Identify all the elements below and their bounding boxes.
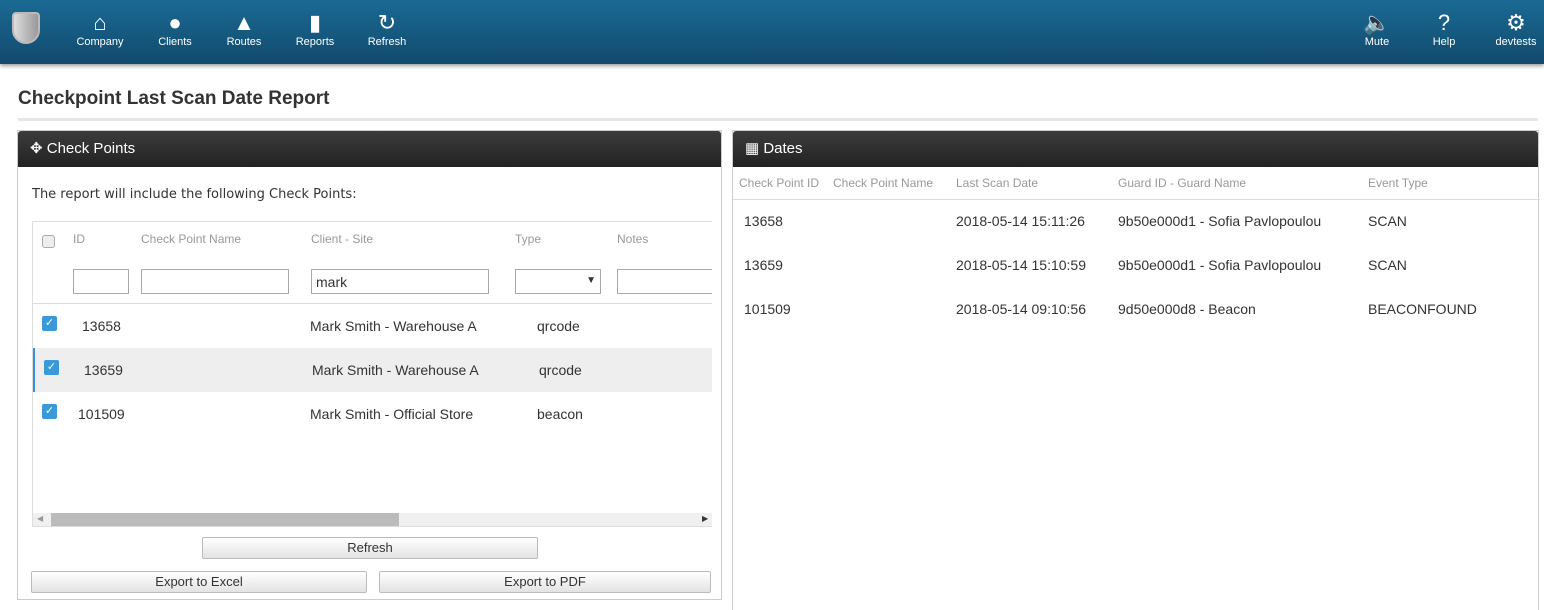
panel-title: Dates bbox=[763, 140, 803, 157]
table-row[interactable]: ✓ 13659 Mark Smith - Warehouse A qrcode bbox=[33, 348, 712, 392]
col-id[interactable]: ID bbox=[73, 232, 85, 246]
check-points-panel: ✥ Check Points The report will include t… bbox=[17, 130, 722, 600]
shield-logo-icon[interactable] bbox=[12, 12, 40, 44]
help-icon: ? bbox=[1437, 10, 1451, 35]
dates-cell: BEACONFOUND bbox=[1368, 301, 1477, 317]
notes-filter-input[interactable] bbox=[617, 269, 712, 294]
nav-label: Company bbox=[76, 36, 124, 48]
scroll-left-icon[interactable]: ◀ bbox=[37, 514, 43, 523]
nav-clients[interactable]: ● Clients bbox=[140, 10, 210, 48]
user-icon: ● bbox=[168, 10, 182, 35]
col-type[interactable]: Type bbox=[515, 232, 541, 246]
dates-cell: 2018-05-14 09:10:56 bbox=[956, 301, 1086, 317]
dates-panel: ▦ Dates Check Point ID Check Point Name … bbox=[732, 130, 1540, 610]
page-title: Checkpoint Last Scan Date Report bbox=[18, 88, 330, 109]
panel-header: ▦ Dates bbox=[733, 131, 1538, 167]
cell-type: beacon bbox=[537, 406, 583, 422]
scroll-right-icon[interactable]: ▶ bbox=[702, 514, 708, 523]
cell-id: 13659 bbox=[84, 362, 123, 378]
col-client-site[interactable]: Client - Site bbox=[311, 232, 373, 246]
table-row[interactable]: ✓ 101509 Mark Smith - Official Store beacon bbox=[33, 392, 712, 436]
dates-cell: 2018-05-14 15:10:59 bbox=[956, 257, 1086, 273]
crosshair-icon: ✥ bbox=[30, 140, 47, 157]
col-last-scan-date[interactable]: Last Scan Date bbox=[956, 176, 1038, 190]
nav-label: Clients bbox=[158, 36, 192, 48]
refresh-button[interactable]: Refresh bbox=[202, 537, 538, 559]
dates-cell: SCAN bbox=[1368, 257, 1407, 273]
nav-mute[interactable]: 🔈 Mute bbox=[1342, 10, 1412, 48]
calendar-icon: ▦ bbox=[745, 140, 764, 157]
table-row[interactable]: ✓ 13658 Mark Smith - Warehouse A qrcode bbox=[33, 304, 712, 348]
nav-refresh[interactable]: ↻ Refresh bbox=[352, 10, 422, 48]
col-event-type[interactable]: Event Type bbox=[1368, 176, 1428, 190]
nav-company[interactable]: ⌂ Company bbox=[65, 10, 135, 48]
home-icon: ⌂ bbox=[93, 10, 107, 35]
col-guard[interactable]: Guard ID - Guard Name bbox=[1118, 176, 1246, 190]
dates-cell: 101509 bbox=[744, 301, 791, 317]
id-filter-input[interactable] bbox=[73, 269, 129, 294]
dates-cell: 9b50e000d1 - Sofia Pavlopoulou bbox=[1118, 213, 1322, 229]
top-nav: ⌂ Company ● Clients ▲ Routes ▮ Reports ↻ Refresh 🔈… bbox=[0, 0, 1544, 64]
type-filter-select[interactable]: ▼ bbox=[515, 269, 601, 294]
nav-label: Refresh bbox=[367, 36, 407, 48]
cell-client-site: Mark Smith - Warehouse A bbox=[310, 318, 477, 334]
nav-devtests[interactable]: ⚙ devtests bbox=[1481, 10, 1544, 48]
cell-id: 13658 bbox=[82, 318, 121, 334]
nav-label: Help bbox=[1432, 36, 1456, 48]
chart-icon: ▮ bbox=[308, 10, 322, 35]
dates-cell: 13659 bbox=[744, 257, 783, 273]
panel-header: ✥ Check Points bbox=[18, 131, 721, 167]
row-checkbox[interactable]: ✓ bbox=[44, 360, 59, 375]
panel-title: Check Points bbox=[46, 140, 136, 157]
volume-icon: 🔈 bbox=[1363, 10, 1391, 35]
nav-help[interactable]: ? Help bbox=[1409, 10, 1479, 48]
cell-type: qrcode bbox=[539, 362, 582, 378]
col-name[interactable]: Check Point Name bbox=[141, 232, 241, 246]
dates-cell: 9b50e000d1 - Sofia Pavlopoulou bbox=[1118, 257, 1322, 273]
horizontal-scrollbar[interactable]: ◀ ▶ bbox=[33, 513, 712, 526]
gear-icon: ⚙ bbox=[1506, 10, 1526, 35]
refresh-icon: ↻ bbox=[377, 10, 397, 35]
select-all-checkbox[interactable] bbox=[42, 235, 55, 248]
dates-cell: 9d50e000d8 - Beacon bbox=[1118, 301, 1256, 317]
intro-text: The report will include the following Ch… bbox=[32, 187, 357, 202]
nav-routes[interactable]: ▲ Routes bbox=[209, 10, 279, 48]
caret-down-icon: ▼ bbox=[586, 275, 596, 286]
col-check-point-name[interactable]: Check Point Name bbox=[833, 176, 933, 190]
col-notes[interactable]: Notes bbox=[617, 232, 648, 246]
col-check-point-id[interactable]: Check Point ID bbox=[739, 176, 819, 190]
cell-id: 101509 bbox=[78, 406, 125, 422]
nav-label: Routes bbox=[226, 36, 262, 48]
cell-type: qrcode bbox=[537, 318, 580, 334]
export-pdf-button[interactable]: Export to PDF bbox=[379, 571, 711, 593]
divider bbox=[18, 118, 1538, 121]
row-checkbox[interactable]: ✓ bbox=[42, 404, 57, 419]
nav-label: Reports bbox=[295, 36, 335, 48]
dates-cell: 2018-05-14 15:11:26 bbox=[956, 213, 1085, 229]
client-filter-input[interactable] bbox=[311, 269, 489, 294]
scrollbar-thumb[interactable] bbox=[51, 513, 399, 526]
cell-client-site: Mark Smith - Warehouse A bbox=[312, 362, 479, 378]
dates-cell: 13658 bbox=[744, 213, 783, 229]
nav-label: Mute bbox=[1364, 36, 1390, 48]
name-filter-input[interactable] bbox=[141, 269, 289, 294]
nav-label: devtests bbox=[1495, 36, 1537, 48]
export-excel-button[interactable]: Export to Excel bbox=[31, 571, 367, 593]
check-points-table: ID Check Point Name Client - Site Type N… bbox=[32, 221, 712, 527]
dates-cell: SCAN bbox=[1368, 213, 1407, 229]
road-icon: ▲ bbox=[233, 10, 255, 35]
row-checkbox[interactable]: ✓ bbox=[42, 316, 57, 331]
nav-reports[interactable]: ▮ Reports bbox=[280, 10, 350, 48]
cell-client-site: Mark Smith - Official Store bbox=[310, 406, 474, 422]
divider bbox=[733, 199, 1540, 200]
